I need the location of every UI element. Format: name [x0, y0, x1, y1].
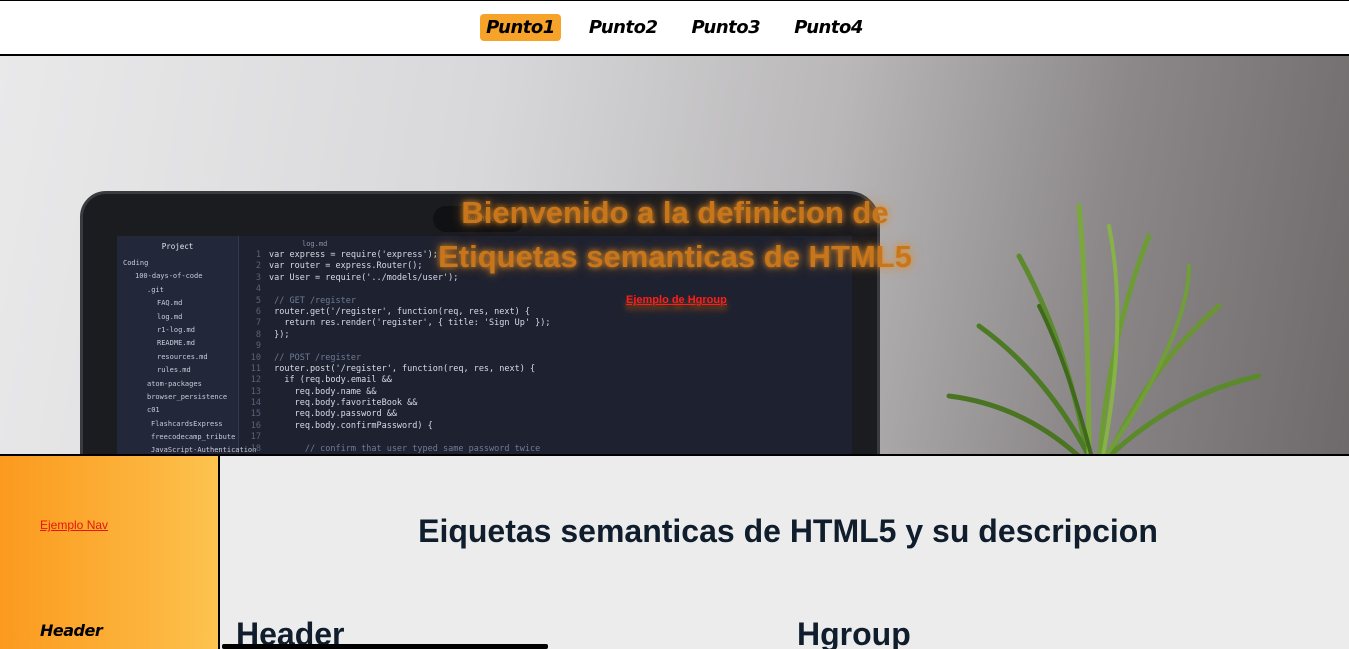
top-nav: Punto1 Punto2 Punto3 Punto4 [0, 0, 1349, 56]
code-line: 13 req.body.name && [239, 387, 852, 398]
code-line: 16 req.body.confirmPassword) { [239, 421, 852, 432]
sidebar-heading: Header [40, 621, 103, 640]
page-title: Eiquetas semanticas de HTML5 y su descri… [418, 513, 1158, 549]
code-line: 12 if (req.body.email && [239, 375, 852, 386]
code-line: 5 // GET /register [239, 296, 852, 307]
line-number: 10 [250, 352, 261, 363]
project-tree-item: log.md [157, 312, 183, 321]
project-tree-item: FAQ.md [157, 299, 183, 308]
project-tree-item: 100-days-of-code [135, 272, 203, 281]
line-number: 8 [255, 329, 261, 340]
code-line: 11 router.post('/register', function(req… [239, 364, 852, 375]
hero-title-line1: Bienvenido a la definicion de [461, 195, 889, 230]
line-number: 6 [255, 306, 261, 317]
project-tree-item: JavaScript-Authentication [151, 446, 257, 455]
hero-title-line2: Etiquetas semanticas de HTML5 [438, 239, 912, 274]
line-number: 14 [250, 398, 261, 409]
nav-item-punto4[interactable]: Punto4 [788, 14, 869, 41]
nav-example-link[interactable]: Ejemplo Nav [40, 518, 108, 532]
horizontal-scrollbar[interactable] [222, 644, 548, 649]
line-number: 7 [255, 318, 261, 329]
section-heading-hgroup: Hgroup [797, 616, 911, 649]
project-tree-item: r1-log.md [157, 325, 195, 334]
code-line: 4 [239, 284, 852, 295]
line-number: 16 [250, 420, 261, 431]
project-tree-item: Coding [123, 259, 149, 267]
code-line: 6 router.get('/register', function(req, … [239, 307, 852, 318]
line-number: 9 [255, 341, 261, 352]
code-text: // confirm that user typed same password… [269, 443, 541, 454]
code-line: 10 // POST /register [239, 353, 852, 364]
project-tree-item: FlashcardsExpress [151, 419, 223, 428]
code-text: return res.render('register', { title: '… [269, 318, 551, 329]
line-number: 5 [255, 295, 261, 306]
code-lines: 1 var express = require('express'); 2 var r… [239, 250, 852, 454]
project-tree-list: Coding 100-days-of-code .git FAQ.md log.md r1… [117, 251, 257, 455]
code-line: 7 return res.render('register', { title:… [239, 318, 852, 329]
code-line: 15 req.body.password && [239, 409, 852, 420]
line-number: 2 [255, 261, 261, 272]
line-number: 13 [250, 386, 261, 397]
project-tree: Project Coding 100-days-of-code .git FAQ.md… [117, 236, 257, 455]
project-tree-item: freecodecamp_tribute [151, 433, 236, 442]
hgroup-example-link[interactable]: Ejemplo de Hgroup [626, 294, 727, 306]
main-content: Eiquetas semanticas de HTML5 y su descri… [220, 456, 1349, 649]
project-tree-item: README.md [157, 339, 195, 348]
line-number: 3 [255, 272, 261, 283]
project-tree-item: browser_persistence [147, 392, 228, 401]
line-number: 15 [250, 409, 261, 420]
code-line: 14 req.body.favoriteBook && [239, 398, 852, 409]
code-text: // GET /register [269, 295, 356, 306]
nav-item-punto1[interactable]: Punto1 [480, 14, 561, 41]
code-text: router.post('/register', function(req, r… [269, 363, 536, 374]
nav-item-punto2[interactable]: Punto2 [583, 14, 664, 41]
code-text: req.body.password && [269, 409, 397, 420]
code-line: 9 [239, 341, 852, 352]
line-number: 17 [250, 432, 261, 443]
code-text: if (req.body.email && [269, 375, 392, 386]
project-tree-item: resources.md [157, 352, 208, 361]
code-text: router.get('/register', function(req, re… [269, 306, 530, 317]
code-text: }); [269, 329, 290, 340]
line-number: 1 [255, 250, 261, 260]
code-text: req.body.confirmPassword) { [269, 420, 433, 431]
hero-banner: Deloitte. Project Coding 100-days-of-code… [0, 56, 1349, 456]
left-sidebar: Ejemplo Nav Header [0, 456, 220, 649]
line-number: 11 [250, 363, 261, 374]
code-line: 18 // confirm that user typed same passw… [239, 443, 852, 454]
line-number: 4 [255, 284, 261, 295]
code-text: // POST /register [269, 352, 362, 363]
project-tree-title: Project [161, 242, 194, 251]
code-line: 8 }); [239, 330, 852, 341]
nav-item-punto3[interactable]: Punto3 [686, 14, 767, 41]
project-tree-item: c01 [147, 406, 160, 415]
project-tree-item: .git [147, 285, 164, 294]
code-line: 17 [239, 432, 852, 443]
hero-title: Bienvenido a la definicion de Etiquetas … [400, 191, 950, 279]
project-tree-item: atom-packages [147, 379, 202, 388]
line-number: 18 [250, 443, 261, 454]
code-text: req.body.name && [269, 386, 377, 397]
line-number: 12 [250, 375, 261, 386]
code-text: req.body.favoriteBook && [269, 398, 418, 409]
project-tree-item: rules.md [157, 366, 191, 375]
